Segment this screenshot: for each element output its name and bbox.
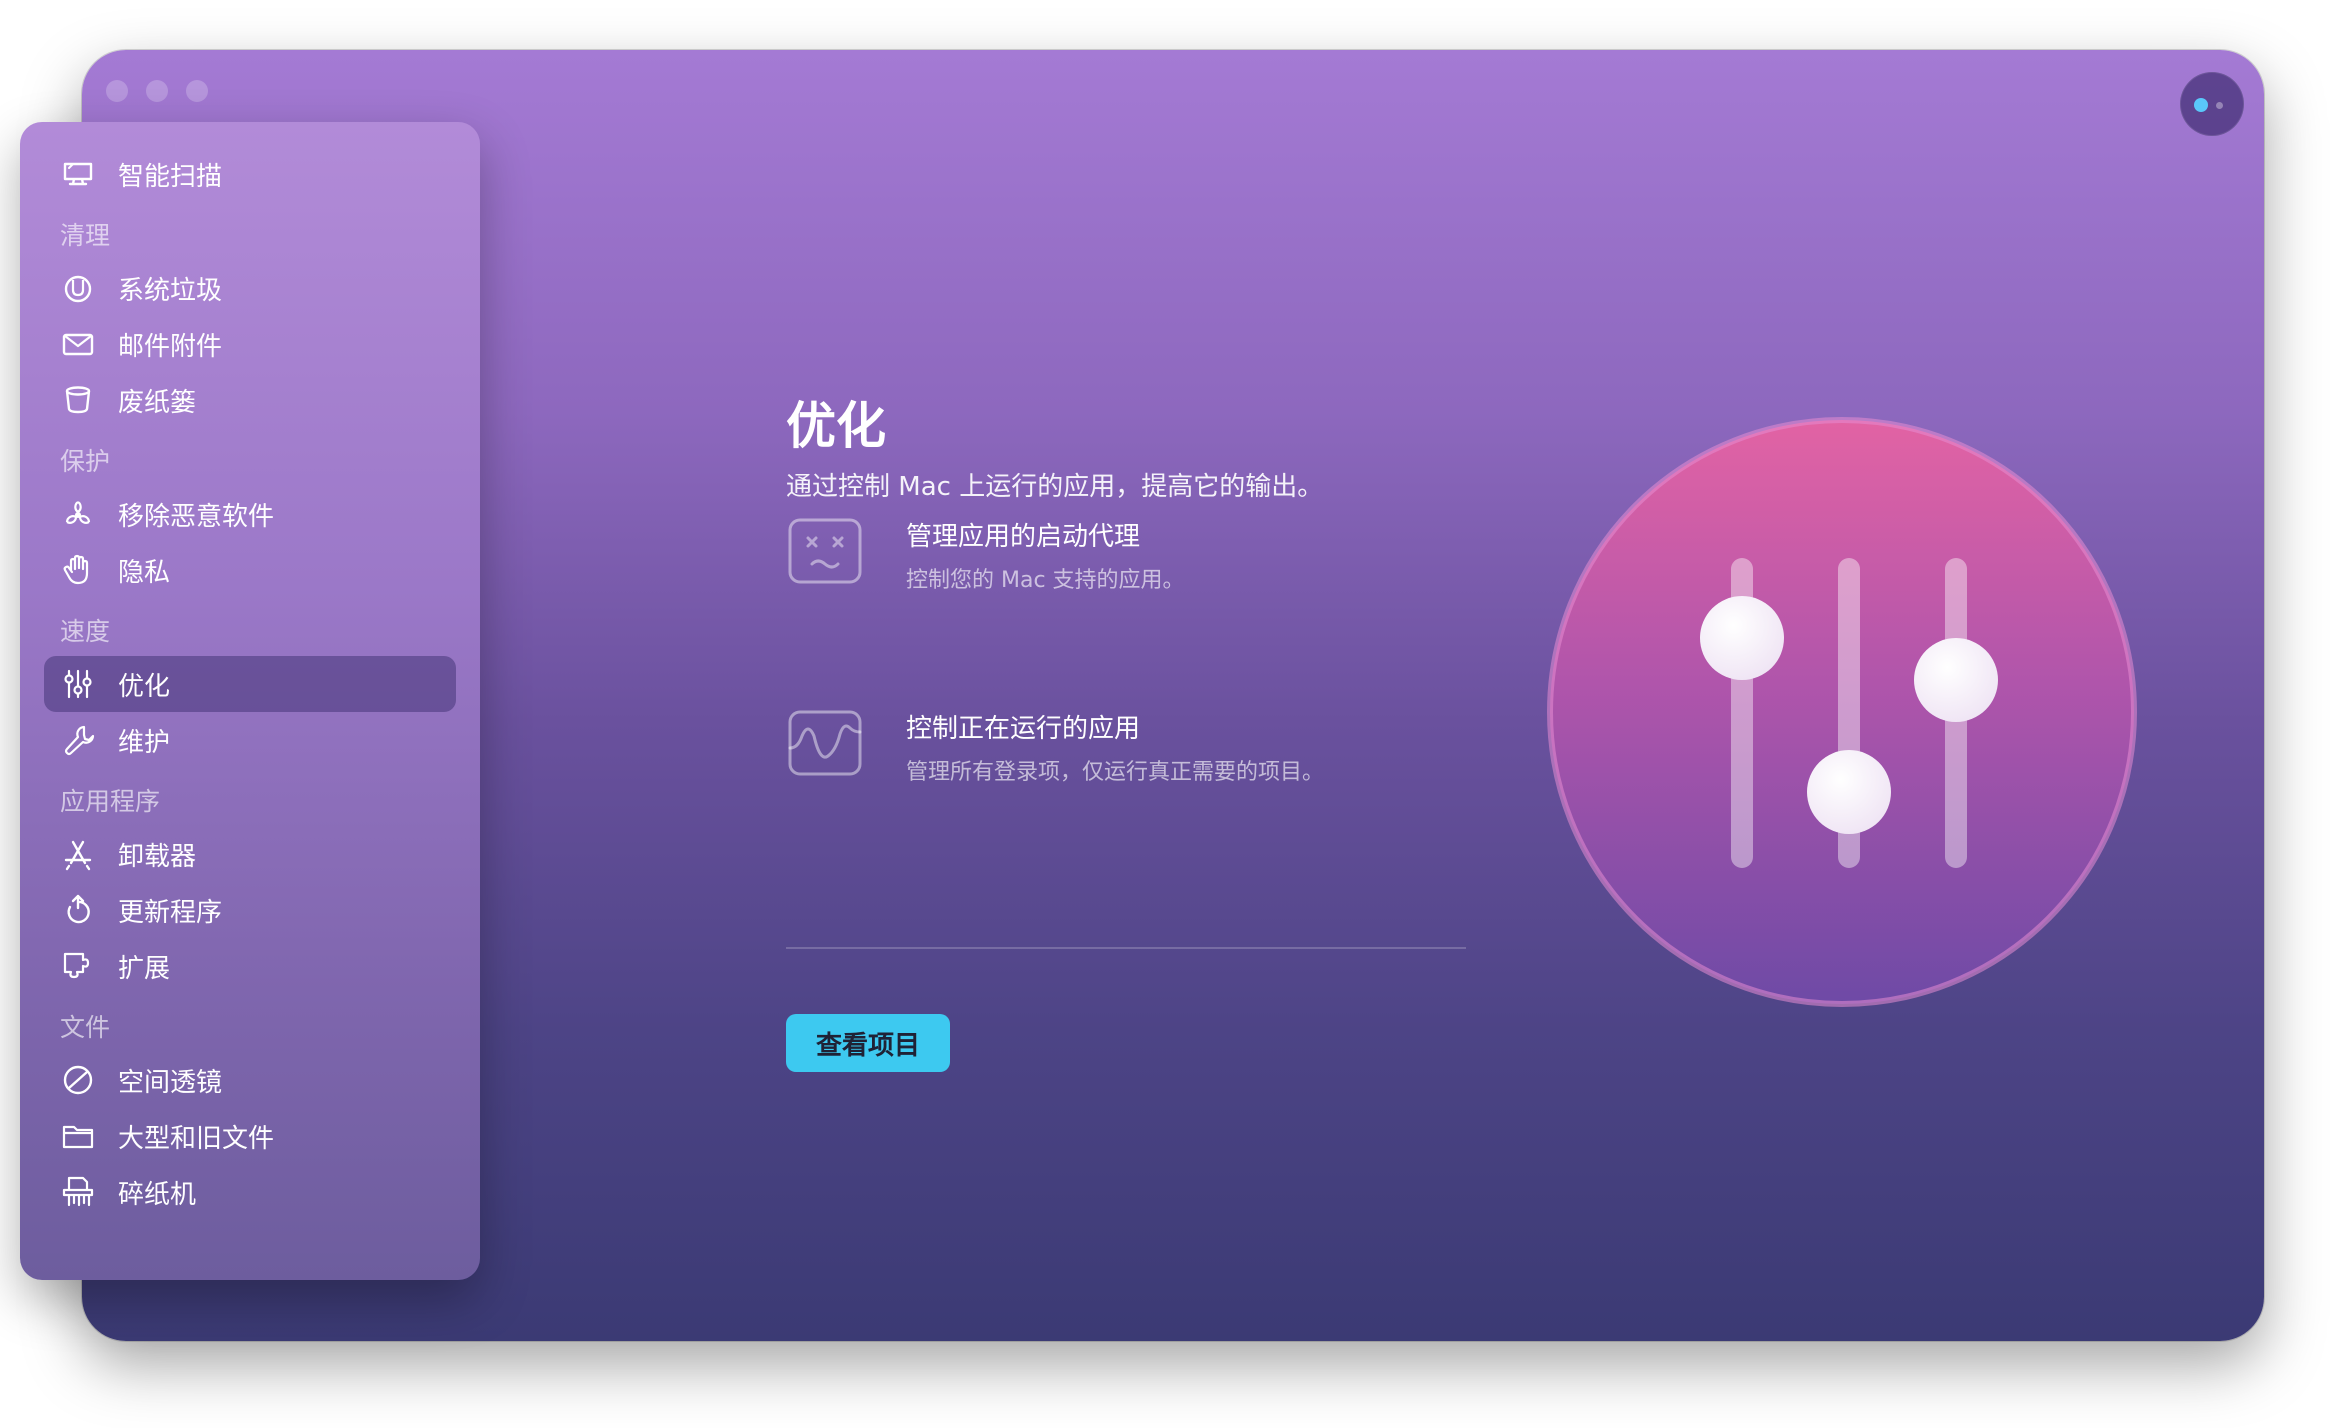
sidebar-item-label: 扩展 [118, 953, 171, 984]
close-button[interactable] [106, 80, 128, 102]
sidebar-item-label: 智能扫描 [118, 161, 223, 192]
optimization-sliders-icon [1547, 417, 2137, 1007]
sidebar-item-mail-attachments[interactable]: 邮件附件 [44, 316, 456, 372]
app-store-icon [56, 832, 100, 876]
sidebar-item-label: 碎纸机 [118, 1179, 197, 1210]
dizzy-face-icon [788, 518, 862, 584]
extension-icon [56, 944, 100, 988]
sidebar-item-uninstaller[interactable]: 卸载器 [44, 826, 456, 882]
sidebar-item-label: 大型和旧文件 [118, 1123, 275, 1154]
folder-icon [56, 1114, 100, 1158]
sidebar-item-label: 更新程序 [118, 897, 223, 928]
sidebar-item-label: 移除恶意软件 [118, 501, 275, 532]
section-title-cleanup: 清理 [60, 221, 111, 250]
update-arrow-icon [56, 888, 100, 932]
sidebar-item-label: 空间透镜 [118, 1067, 223, 1098]
view-items-button[interactable]: 查看项目 [786, 1014, 950, 1072]
monitor-icon [56, 152, 100, 196]
window-controls [106, 80, 208, 102]
sidebar-item-extensions[interactable]: 扩展 [44, 938, 456, 994]
section-title-speed: 速度 [60, 617, 111, 646]
envelope-icon [56, 322, 100, 366]
sidebar-item-label: 卸载器 [118, 841, 197, 872]
assistant-dot-icon [2216, 102, 2223, 109]
sidebar-item-label: 维护 [118, 727, 171, 758]
feature-title: 管理应用的启动代理 [906, 522, 1141, 552]
section-title-applications: 应用程序 [60, 787, 161, 816]
sidebar-item-optimization[interactable]: 优化 [44, 656, 456, 712]
hand-icon [56, 548, 100, 592]
content-divider [786, 947, 1466, 949]
section-title-files: 文件 [60, 1013, 111, 1042]
sidebar-item-updater[interactable]: 更新程序 [44, 882, 456, 938]
zoom-button[interactable] [186, 80, 208, 102]
sidebar-item-trash[interactable]: 废纸篓 [44, 372, 456, 428]
feature-description: 控制您的 Mac 支持的应用。 [906, 568, 1185, 593]
section-title-protection: 保护 [60, 447, 111, 476]
feature-description: 管理所有登录项，仅运行真正需要的项目。 [906, 760, 1325, 785]
page-subtitle: 通过控制 Mac 上运行的应用，提高它的输出。 [786, 472, 1324, 502]
sidebar-item-shredder[interactable]: 碎纸机 [44, 1164, 456, 1220]
trash-disk-icon [56, 266, 100, 310]
bin-icon [56, 378, 100, 422]
sidebar-item-space-lens[interactable]: 空间透镜 [44, 1052, 456, 1108]
sidebar: 智能扫描 清理 系统垃圾 邮件附件 废纸篓 保护 移除恶意软件 隐私 速度 优化… [20, 122, 480, 1280]
sidebar-item-privacy[interactable]: 隐私 [44, 542, 456, 598]
feature-title: 控制正在运行的应用 [906, 714, 1141, 744]
biohazard-icon [56, 492, 100, 536]
minimize-button[interactable] [146, 80, 168, 102]
wrench-icon [56, 718, 100, 762]
sidebar-item-smart-scan[interactable]: 智能扫描 [44, 146, 456, 202]
sidebar-item-label: 隐私 [118, 557, 171, 588]
sidebar-item-label: 系统垃圾 [118, 275, 223, 306]
page-title: 优化 [786, 397, 886, 455]
sliders-icon [56, 662, 100, 706]
sidebar-item-maintenance[interactable]: 维护 [44, 712, 456, 768]
activity-wave-icon [788, 710, 862, 776]
sidebar-item-large-old-files[interactable]: 大型和旧文件 [44, 1108, 456, 1164]
sidebar-item-malware-removal[interactable]: 移除恶意软件 [44, 486, 456, 542]
sidebar-item-label: 废纸篓 [118, 387, 197, 418]
sidebar-item-system-junk[interactable]: 系统垃圾 [44, 260, 456, 316]
sidebar-item-label: 邮件附件 [118, 331, 223, 362]
shredder-icon [56, 1170, 100, 1214]
assistant-button[interactable] [2180, 72, 2244, 136]
sidebar-item-label: 优化 [118, 671, 171, 702]
assistant-indicator-icon [2194, 98, 2208, 112]
lens-icon [56, 1058, 100, 1102]
